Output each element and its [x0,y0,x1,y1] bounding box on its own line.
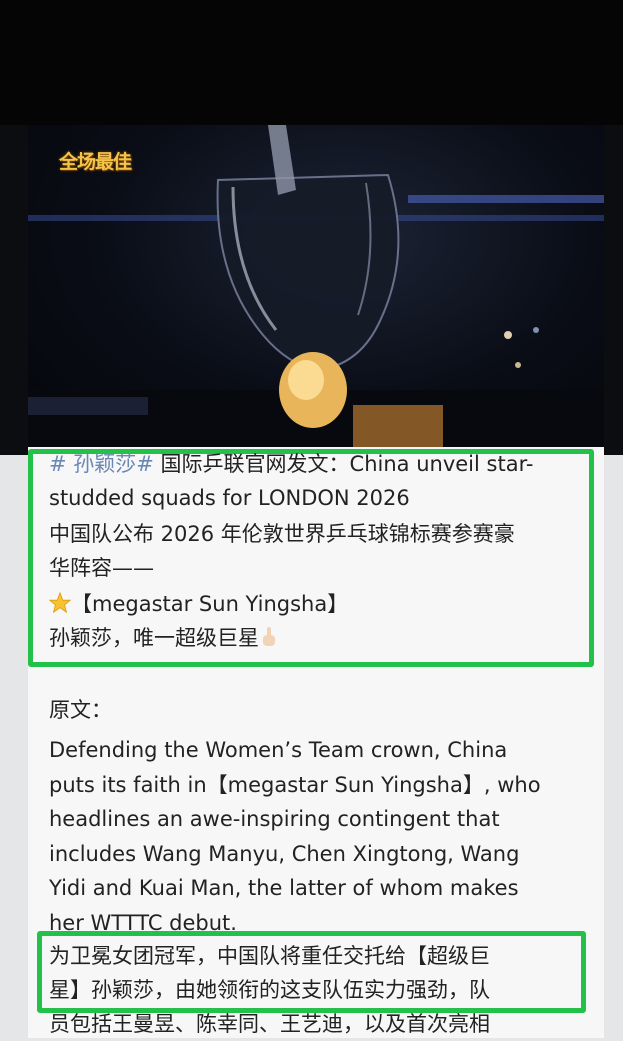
star-emoji-icon [49,592,71,614]
chinese-line: 星】孙颖莎，由她领衔的这支队伍实力强劲，队 [49,978,490,1002]
english-paragraph: Defending the Women’s Team crown, China … [49,733,589,940]
post-line-5: 【megastar Sun Yingsha】 [49,587,348,621]
english-line: puts its faith in【megastar Sun Yingsha】,… [49,772,541,797]
post-line-1: # 孙颖莎# 国际乒联官网发文：China unveil star- [49,447,533,481]
right-frame [604,125,623,455]
english-line: Yidi and Kuai Man, the latter of whom ma… [49,876,519,900]
post-line-5-text: 【megastar Sun Yingsha】 [71,592,349,616]
english-line: Defending the Women’s Team crown, China [49,738,508,762]
post-line-2: studded squads for LONDON 2026 [49,486,410,510]
chinese-line: 为卫冕女团冠军，中国队将重任交托给【超级巨 [49,944,490,968]
top-black-area [0,0,623,125]
post-line-6: 孙颖莎，唯一超级巨星 [49,621,279,655]
hashtag-link[interactable]: # 孙颖莎# [49,452,154,476]
chinese-line: 员包括王曼昱、陈幸同、王艺迪，以及首次亮相 [49,1012,490,1036]
english-line: includes Wang Manyu, Chen Xingtong, Wang [49,841,520,866]
post-line-3: 中国队公布 2026 年伦敦世界乒乓球锦标赛参赛豪 [49,522,515,546]
post-line-1-text: 国际乒联官网发文：China unveil star- [153,452,534,476]
original-label: 原文： [49,698,112,722]
post-line-4: 华阵容—— [49,556,154,580]
video-frame[interactable]: 全场最佳 [28,125,604,447]
left-frame [0,125,28,455]
channel-logo: 全场最佳 [59,151,132,173]
post-line-6-text: 孙颖莎，唯一超级巨星 [49,626,259,650]
pointing-up-hand-icon [263,627,275,646]
english-line: headlines an awe-inspiring contingent th… [49,807,500,831]
